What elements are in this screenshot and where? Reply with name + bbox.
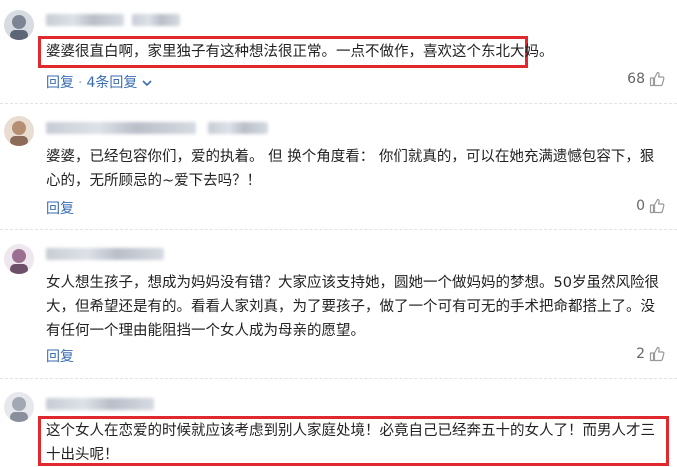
like-count: 2 <box>636 346 645 362</box>
comment-actions: 回复 · 4条回复 <box>46 72 152 92</box>
thumbs-up-icon[interactable] <box>649 198 665 214</box>
like-control[interactable]: 2 <box>636 346 665 362</box>
avatar[interactable] <box>4 10 34 40</box>
like-count: 0 <box>636 198 645 214</box>
divider <box>0 378 677 380</box>
username[interactable] <box>46 248 164 260</box>
avatar[interactable] <box>4 244 34 274</box>
divider <box>0 103 677 105</box>
avatar[interactable] <box>4 392 34 422</box>
chevron-down-icon[interactable] <box>142 79 152 87</box>
comment-text: 这个女人在恋爱的时候就应该考虑到别人家庭处境！必竟自己已经奔五十的女人了！而男人… <box>46 423 655 463</box>
comment-actions: 回复 <box>46 198 74 218</box>
username[interactable] <box>46 122 196 134</box>
username-extra <box>208 122 268 134</box>
username-extra <box>132 14 180 26</box>
divider <box>0 229 677 231</box>
comment-text: 女人想生孩子，想成为妈妈没有错？大家应该支持她，圆她一个做妈妈的梦想。50岁虽然… <box>46 275 659 339</box>
username[interactable] <box>46 14 124 26</box>
comment-text: 婆婆很直白啊，家里独子有这种想法很正常。一点不做作，喜欢这个东北大妈。 <box>46 44 554 60</box>
separator-dot: · <box>78 75 83 91</box>
reply-button[interactable]: 回复 <box>46 75 74 91</box>
like-count: 68 <box>627 71 645 87</box>
avatar[interactable] <box>4 116 34 146</box>
reply-button[interactable]: 回复 <box>46 349 74 365</box>
comment-actions: 回复 <box>46 346 74 366</box>
thumbs-up-icon[interactable] <box>649 346 665 362</box>
thumbs-up-icon[interactable] <box>649 71 665 87</box>
username[interactable] <box>46 398 154 410</box>
comment-text: 婆婆，已经包容你们，爱的执着。 但 换个角度看： 你们就真的，可以在她充满遗憾包… <box>46 149 655 189</box>
like-control[interactable]: 0 <box>636 198 665 214</box>
reply-button[interactable]: 回复 <box>46 201 74 217</box>
view-replies-button[interactable]: 4条回复 <box>86 75 137 91</box>
like-control[interactable]: 68 <box>627 71 665 87</box>
